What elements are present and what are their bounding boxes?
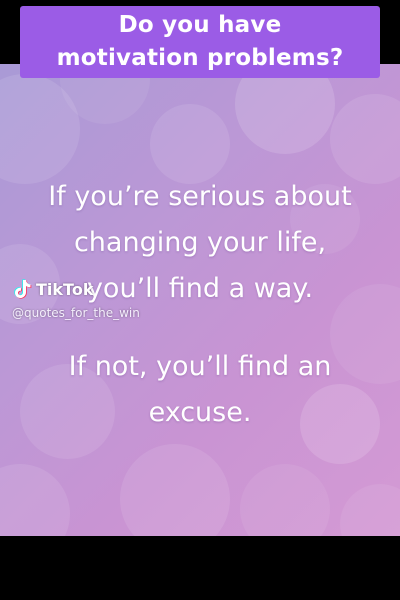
creator-handle[interactable]: @quotes_for_the_win — [12, 306, 140, 320]
tiktok-watermark[interactable]: TikTok @quotes_for_the_win — [12, 279, 140, 320]
quote-line: excuse. — [148, 397, 252, 428]
headline-line-2: motivation problems? — [56, 45, 344, 71]
tiktok-brand-row: TikTok — [14, 279, 140, 299]
video-frame: Do you have motivation problems? If you’… — [0, 0, 400, 600]
headline-banner: Do you have motivation problems? — [20, 6, 380, 78]
quote-line: If you’re serious about — [48, 181, 352, 212]
bokeh-circle — [150, 104, 230, 184]
bokeh-circle — [120, 444, 230, 536]
quote-line: If not, you’ll find an — [68, 351, 332, 382]
headline-line-1: Do you have — [118, 12, 282, 38]
quote-part-2: If not, you’ll find an excuse. — [0, 344, 400, 436]
quote-line: changing your life, — [73, 227, 327, 258]
bokeh-circle — [330, 94, 400, 184]
tiktok-logo-icon — [14, 279, 32, 299]
bokeh-circle — [0, 464, 70, 536]
tiktok-brand-name: TikTok — [36, 279, 94, 299]
bokeh-circle — [340, 484, 400, 536]
bokeh-circle — [240, 464, 330, 536]
